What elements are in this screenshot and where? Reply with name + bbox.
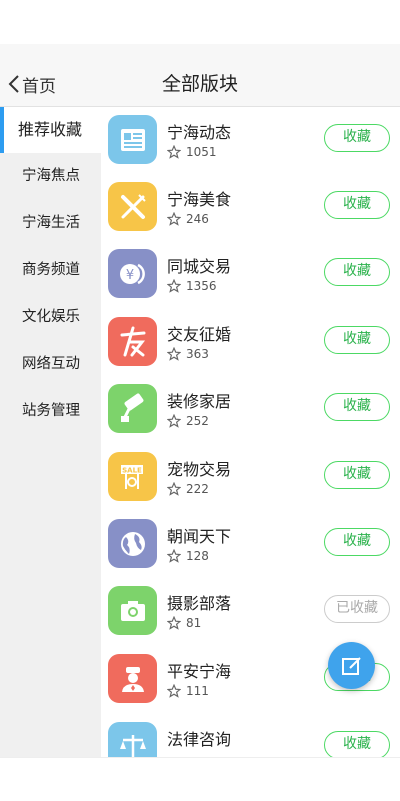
- star-icon: [167, 347, 181, 361]
- star-icon: [167, 414, 181, 428]
- sidebar-item-recommended[interactable]: 推荐收藏: [0, 107, 101, 153]
- svg-text:¥: ¥: [125, 268, 133, 283]
- forum-name: 摄影部落: [167, 594, 232, 613]
- list-item[interactable]: 交友征婚 363 收藏: [101, 309, 400, 376]
- favorite-button[interactable]: 收藏: [324, 124, 390, 152]
- forum-meta: 1051: [167, 145, 217, 159]
- star-icon: [167, 279, 181, 293]
- bottom-bar: [0, 757, 400, 801]
- list-item[interactable]: SALE 宠物交易 222 收藏: [101, 444, 400, 511]
- list-item[interactable]: 摄影部落 81 已收藏: [101, 578, 400, 645]
- globe-icon: [108, 519, 157, 568]
- sidebar: 推荐收藏 宁海焦点 宁海生活 商务频道 文化娱乐 网络互动 站务管理: [0, 107, 101, 757]
- forum-name: 交友征婚: [167, 325, 232, 344]
- forum-meta: 1356: [167, 279, 217, 293]
- favorite-button[interactable]: 收藏: [324, 191, 390, 219]
- favorite-count: 111: [186, 684, 209, 698]
- friend-char-icon: [108, 317, 157, 366]
- forum-meta: 252: [167, 414, 209, 428]
- favorite-count: 363: [186, 347, 209, 361]
- forum-meta: 111: [167, 684, 209, 698]
- list-item[interactable]: 法律咨询 收藏: [101, 714, 400, 757]
- sidebar-item-business[interactable]: 商务频道: [0, 247, 101, 294]
- compose-button[interactable]: [328, 642, 375, 689]
- forum-name: 朝闻天下: [167, 527, 232, 546]
- favorite-button[interactable]: 收藏: [324, 393, 390, 421]
- favorite-count: 1051: [186, 145, 217, 159]
- favorite-count: 81: [186, 616, 202, 630]
- favorite-count: 252: [186, 414, 209, 428]
- favorite-count: 1356: [186, 279, 217, 293]
- list-item[interactable]: 装修家居 252 收藏: [101, 376, 400, 443]
- forum-name: 平安宁海: [167, 662, 232, 681]
- forum-name: 宠物交易: [167, 460, 232, 479]
- sale-sign-icon: SALE: [108, 452, 157, 501]
- star-icon: [167, 482, 181, 496]
- forum-meta: 128: [167, 549, 209, 563]
- edit-icon: [341, 656, 361, 675]
- page-title: 全部版块: [161, 73, 238, 95]
- list-item[interactable]: 朝闻天下 128 收藏: [101, 511, 400, 578]
- sidebar-item-culture[interactable]: 文化娱乐: [0, 294, 101, 341]
- forum-name: 宁海美食: [167, 190, 232, 209]
- forum-name: 装修家居: [167, 392, 232, 411]
- forum-name: 法律咨询: [167, 730, 232, 749]
- forum-meta: 222: [167, 482, 209, 496]
- sidebar-item-interaction[interactable]: 网络互动: [0, 341, 101, 388]
- paint-roller-icon: [108, 384, 157, 433]
- svg-text:SALE: SALE: [122, 466, 142, 474]
- list-item[interactable]: 宁海动态 1051 收藏: [101, 107, 400, 174]
- forum-name: 宁海动态: [167, 123, 232, 142]
- news-icon: [108, 115, 157, 164]
- sidebar-item-admin[interactable]: 站务管理: [0, 388, 101, 435]
- favorite-count: 128: [186, 549, 209, 563]
- star-icon: [167, 145, 181, 159]
- list-item[interactable]: 宁海美食 246 收藏: [101, 174, 400, 241]
- forum-meta: 81: [167, 616, 201, 630]
- forum-meta: 363: [167, 347, 209, 361]
- forum-meta: 246: [167, 212, 209, 226]
- favorite-button[interactable]: 收藏: [324, 326, 390, 354]
- star-icon: [167, 684, 181, 698]
- star-icon: [167, 616, 181, 630]
- favorited-button[interactable]: 已收藏: [324, 595, 390, 623]
- star-icon: [167, 212, 181, 226]
- favorite-button[interactable]: 收藏: [324, 731, 390, 757]
- scales-icon: [108, 722, 157, 757]
- status-strip: [0, 44, 400, 62]
- yen-coin-icon: ¥: [108, 249, 157, 298]
- favorite-count: 222: [186, 482, 209, 496]
- status-bar: [0, 0, 400, 44]
- star-icon: [167, 549, 181, 563]
- favorite-button[interactable]: 收藏: [324, 258, 390, 286]
- police-icon: [108, 654, 157, 703]
- favorite-count: 246: [186, 212, 209, 226]
- fork-knife-icon: [108, 182, 157, 231]
- nav-bar: 首页 全部版块: [0, 62, 400, 107]
- favorite-button[interactable]: 收藏: [324, 461, 390, 489]
- favorite-button[interactable]: 收藏: [324, 528, 390, 556]
- forum-name: 同城交易: [167, 257, 232, 276]
- sidebar-item-life[interactable]: 宁海生活: [0, 200, 101, 247]
- camera-icon: [108, 586, 157, 635]
- list-item[interactable]: ¥ 同城交易 1356 收藏: [101, 241, 400, 308]
- sidebar-item-focus[interactable]: 宁海焦点: [0, 153, 101, 200]
